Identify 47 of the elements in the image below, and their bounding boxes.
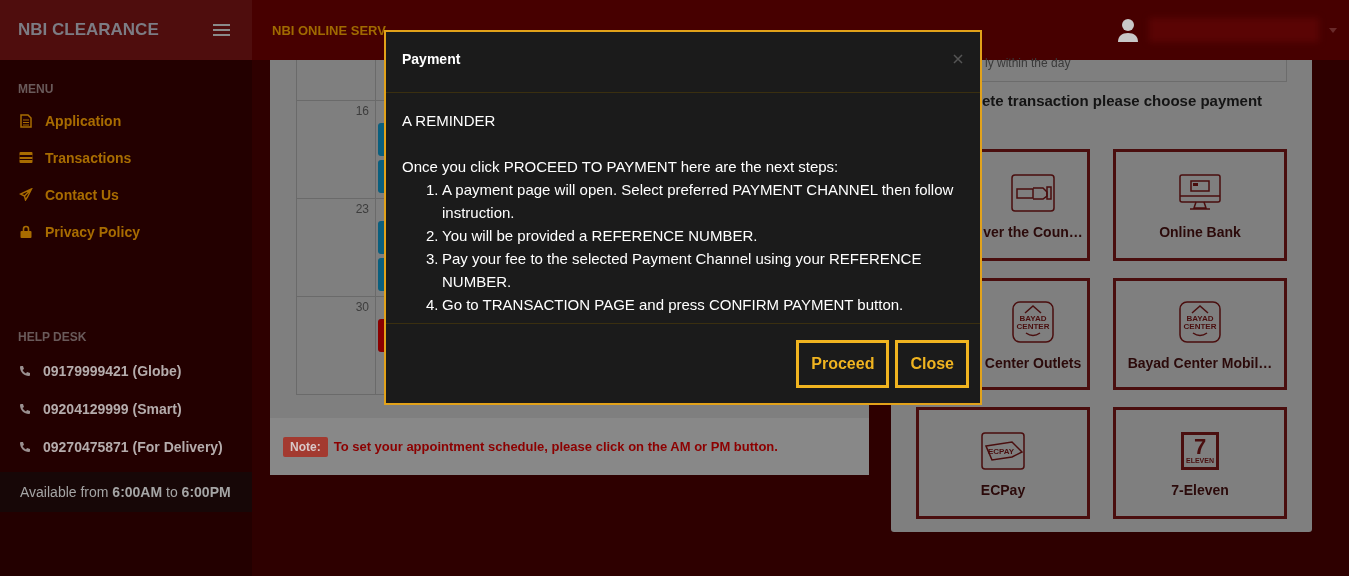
close-button[interactable]: Close bbox=[895, 339, 969, 388]
close-icon[interactable] bbox=[953, 54, 963, 64]
note-text: To set your appointment schedule, please click on the AM or PM button. bbox=[333, 439, 778, 454]
dialog-title: Payment bbox=[402, 51, 461, 67]
payment-option[interactable]: Online Bank bbox=[1113, 149, 1287, 261]
calendar-date: 30 bbox=[355, 300, 369, 314]
menu-item[interactable]: Contact Us bbox=[0, 176, 252, 213]
user-avatar-icon[interactable] bbox=[1117, 18, 1139, 42]
step-number: 2. bbox=[426, 226, 440, 246]
step-text: Go to TRANSACTION PAGE and press CONFIRM PAYMENT button. bbox=[442, 295, 904, 315]
phone-icon bbox=[19, 365, 31, 377]
card-icon bbox=[19, 152, 33, 163]
phone-number: 09204129999 (Smart) bbox=[43, 401, 182, 417]
phone-icon bbox=[19, 441, 31, 453]
lock-icon bbox=[19, 225, 33, 238]
ecpay-logo: ECPAY bbox=[981, 432, 1025, 470]
intro-text: Once you click PROCEED TO PAYMENT here are the next steps: bbox=[402, 157, 840, 177]
document-icon bbox=[19, 113, 33, 128]
bayad-center-logo: BAYAD CENTER bbox=[1012, 301, 1054, 343]
reminder-heading: A REMINDER bbox=[402, 111, 497, 131]
brand-title: NBI CLEARANCE bbox=[18, 20, 159, 40]
payment-heading: ete transaction please choose payment bbox=[982, 92, 1264, 109]
paper-plane-icon bbox=[19, 188, 33, 201]
payment-option[interactable]: BAYAD CENTER Bayad Center Mobil… bbox=[1113, 278, 1287, 390]
menu-item[interactable]: Privacy Policy bbox=[0, 213, 252, 250]
monitor-icon bbox=[1178, 174, 1222, 212]
helpdesk-heading: HELP DESK bbox=[17, 329, 88, 346]
bayad-center-logo: BAYAD CENTER bbox=[1179, 301, 1221, 343]
menu-icon[interactable] bbox=[213, 24, 230, 36]
payment-option[interactable]: ECPAY ECPay bbox=[916, 407, 1090, 519]
menu-item[interactable]: Transactions bbox=[0, 139, 252, 176]
step-text: You will be provided a REFERENCE NUMBER. bbox=[442, 226, 758, 246]
page-title: NBI ONLINE SERV bbox=[272, 22, 386, 38]
availability-note: Available from 6:00AM to 6:00PM bbox=[0, 472, 252, 512]
step-number: 3. bbox=[426, 249, 440, 269]
cash-hand-icon bbox=[1011, 174, 1055, 212]
menu-item[interactable]: Application bbox=[0, 102, 252, 139]
note-label: Note: bbox=[283, 436, 328, 457]
calendar-date: 16 bbox=[355, 104, 369, 118]
step-number: 4. bbox=[426, 295, 440, 315]
phone-icon bbox=[19, 403, 31, 415]
proceed-button[interactable]: Proceed bbox=[796, 339, 890, 388]
calendar-date: 23 bbox=[355, 202, 369, 216]
step-number: 1. bbox=[426, 180, 440, 200]
phone-number: 09270475871 (For Delivery) bbox=[43, 439, 223, 455]
phone-number: 09179999421 (Globe) bbox=[43, 363, 182, 379]
menu-heading: MENU bbox=[17, 81, 55, 98]
